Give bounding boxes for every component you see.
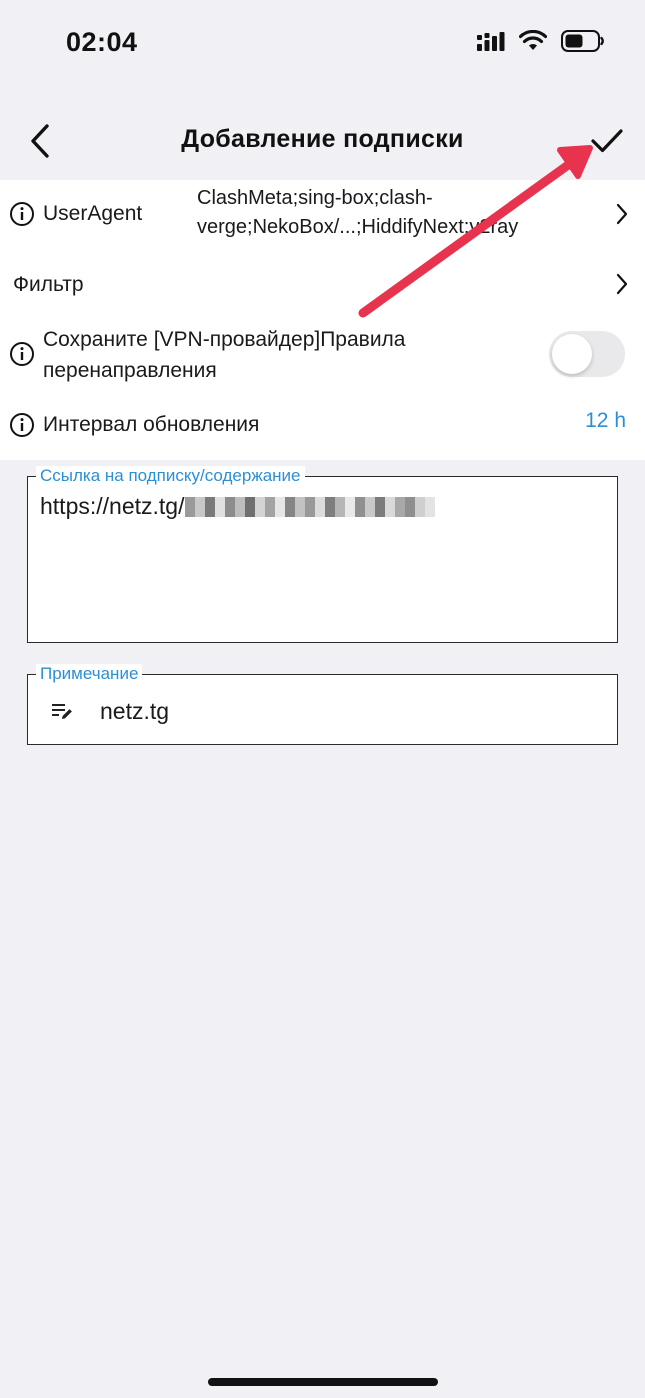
update-interval-value[interactable]: 12 h — [585, 409, 626, 433]
chevron-right-icon — [616, 273, 628, 295]
subscription-url-legend: Ссылка на подписку/содержание — [36, 466, 305, 486]
subscription-url-text: https://netz.tg/ — [40, 493, 185, 519]
redacted-mosaic — [185, 496, 436, 517]
preserve-rules-row: Сохраните [VPN-провайдер]Правила перенап… — [0, 320, 645, 388]
nav-bar: Добавление подписки — [0, 100, 645, 180]
chevron-right-icon — [616, 203, 628, 225]
toggle-knob — [552, 334, 592, 374]
preserve-rules-label: Сохраните [VPN-провайдер]Правила перенап… — [43, 328, 406, 382]
wifi-icon — [519, 30, 547, 50]
home-indicator — [208, 1378, 438, 1386]
user-agent-row[interactable]: UserAgent ClashMeta;sing-box;clash-verge… — [0, 180, 645, 248]
note-value[interactable]: netz.tg — [100, 698, 169, 725]
status-icons — [477, 30, 605, 52]
update-interval-label: Интервал обновления — [43, 413, 260, 436]
checkmark-icon — [591, 129, 623, 153]
subscription-url-field[interactable]: Ссылка на подписку/содержание https://ne… — [27, 466, 618, 643]
user-agent-label: UserAgent — [43, 202, 143, 225]
update-interval-row[interactable]: Интервал обновления 12 h — [0, 396, 645, 452]
battery-icon — [561, 30, 604, 52]
status-time: 02:04 — [66, 27, 138, 57]
page-title: Добавление подписки — [181, 125, 464, 153]
settings-panel: UserAgent ClashMeta;sing-box;clash-verge… — [0, 180, 645, 460]
info-icon[interactable] — [9, 341, 35, 367]
note-field[interactable]: Примечание netz.tg — [27, 664, 618, 745]
subscription-url-value[interactable]: https://netz.tg/ — [40, 493, 436, 520]
note-legend: Примечание — [36, 664, 143, 684]
cellular-signal-icon — [477, 32, 505, 51]
save-button[interactable] — [587, 120, 627, 162]
status-bar: 02:04 — [0, 0, 645, 90]
preserve-rules-toggle[interactable] — [549, 331, 625, 377]
user-agent-value: ClashMeta;sing-box;clash-verge;NekoBox/.… — [197, 187, 519, 238]
edit-note-icon — [52, 704, 72, 719]
info-icon[interactable] — [9, 201, 35, 227]
info-icon[interactable] — [9, 412, 35, 438]
filter-label: Фильтр — [13, 273, 84, 296]
filter-row[interactable]: Фильтр — [0, 256, 645, 312]
